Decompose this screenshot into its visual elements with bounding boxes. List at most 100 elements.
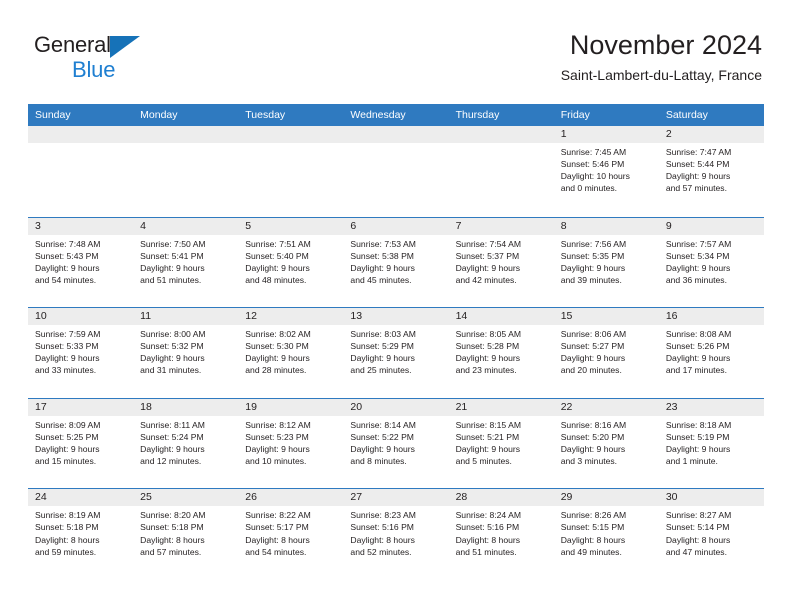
day-sun-info: Sunrise: 8:19 AM Sunset: 5:18 PM Daylight:… xyxy=(28,506,133,557)
day-sun-info: Sunrise: 7:48 AM Sunset: 5:43 PM Daylight:… xyxy=(28,235,133,286)
sunrise-time: Sunrise: 7:57 AM xyxy=(665,238,732,249)
sunrise-time: Sunrise: 8:12 AM xyxy=(245,419,311,430)
sunrise-time: Sunrise: 7:50 AM xyxy=(140,238,206,249)
sunrise-time: Sunrise: 7:48 AM xyxy=(35,238,101,249)
calendar-day-cell[interactable]: 5 Sunrise: 7:51 AM Sunset: 5:40 PM Daylight… xyxy=(238,217,344,308)
calendar-day-cell[interactable]: 18 Sunrise: 8:11 AM Sunset: 5:24 PM Dayligh… xyxy=(133,398,239,489)
logo-triangle-icon xyxy=(110,36,140,58)
sunrise-time: Sunrise: 8:06 AM xyxy=(560,329,627,340)
sunset-time: Sunset: 5:26 PM xyxy=(665,341,730,352)
day-sun-info: Sunrise: 8:05 AM Sunset: 5:28 PM Daylight:… xyxy=(449,325,554,376)
calendar-page: General Blue November 2024 Saint-Lambert… xyxy=(0,0,792,612)
day-number xyxy=(343,126,449,143)
calendar-day-cell[interactable]: 25 Sunrise: 8:20 AM Sunset: 5:18 PM Dayligh… xyxy=(133,489,239,579)
sunset-time: Sunset: 5:23 PM xyxy=(245,431,309,442)
calendar-day-cell[interactable]: 11 Sunrise: 8:00 AM Sunset: 5:32 PM Dayligh… xyxy=(133,308,239,398)
daylight-duration-line1: Daylight: 9 hours xyxy=(35,353,100,364)
calendar-day-cell[interactable]: 13 Sunrise: 8:03 AM Sunset: 5:29 PM Dayligh… xyxy=(343,308,449,398)
day-number: 12 xyxy=(238,308,344,326)
daylight-duration-line2: and 39 minutes. xyxy=(560,274,622,285)
calendar-day-cell[interactable]: 24 Sunrise: 8:19 AM Sunset: 5:18 PM Dayligh… xyxy=(28,489,134,579)
sunset-time: Sunset: 5:16 PM xyxy=(455,522,520,533)
calendar-day-cell[interactable]: 6 Sunrise: 7:53 AM Sunset: 5:38 PM Daylight… xyxy=(343,217,449,308)
daylight-duration-line1: Daylight: 9 hours xyxy=(245,262,310,273)
day-sun-info: Sunrise: 8:14 AM Sunset: 5:22 PM Daylight:… xyxy=(343,416,448,467)
daylight-duration-line2: and 20 minutes. xyxy=(560,365,622,376)
daylight-duration-line2: and 5 minutes. xyxy=(455,456,512,467)
daylight-duration-line2: and 48 minutes. xyxy=(245,274,307,285)
sunset-time: Sunset: 5:16 PM xyxy=(350,522,414,533)
sunrise-time: Sunrise: 7:45 AM xyxy=(560,147,627,157)
daylight-duration-line1: Daylight: 9 hours xyxy=(455,443,521,454)
day-sun-info: Sunrise: 7:45 AM Sunset: 5:46 PM Daylight:… xyxy=(554,143,659,194)
day-sun-info: Sunrise: 8:03 AM Sunset: 5:29 PM Daylight:… xyxy=(343,325,448,376)
day-number: 4 xyxy=(133,217,239,235)
calendar-day-cell[interactable]: 10 Sunrise: 7:59 AM Sunset: 5:33 PM Dayligh… xyxy=(28,308,134,398)
sunset-time: Sunset: 5:20 PM xyxy=(560,431,625,442)
sunrise-time: Sunrise: 8:00 AM xyxy=(140,329,206,340)
sunrise-time: Sunrise: 7:51 AM xyxy=(245,238,311,249)
calendar-day-cell[interactable]: 3 Sunrise: 7:48 AM Sunset: 5:43 PM Daylight… xyxy=(28,217,134,308)
calendar-day-cell[interactable]: 9 Sunrise: 7:57 AM Sunset: 5:34 PM Daylight… xyxy=(658,217,764,308)
calendar-day-cell[interactable]: 19 Sunrise: 8:12 AM Sunset: 5:23 PM Dayligh… xyxy=(238,398,344,489)
day-sun-info: Sunrise: 8:12 AM Sunset: 5:23 PM Daylight:… xyxy=(238,416,343,467)
day-sun-info: Sunrise: 7:57 AM Sunset: 5:34 PM Daylight:… xyxy=(659,235,764,286)
calendar-day-cell[interactable]: 2 Sunrise: 7:47 AM Sunset: 5:44 PM Daylight… xyxy=(658,126,764,217)
title-block: November 2024 Saint-Lambert-du-Lattay, F… xyxy=(561,28,762,86)
day-sun-info: Sunrise: 7:59 AM Sunset: 5:33 PM Daylight:… xyxy=(28,325,133,376)
day-number: 22 xyxy=(553,398,659,416)
sunset-time: Sunset: 5:35 PM xyxy=(560,250,625,261)
sunset-time: Sunset: 5:25 PM xyxy=(35,431,99,442)
calendar-day-cell[interactable]: 4 Sunrise: 7:50 AM Sunset: 5:41 PM Daylight… xyxy=(133,217,239,308)
day-number: 30 xyxy=(658,489,764,507)
calendar-day-cell[interactable]: 26 Sunrise: 8:22 AM Sunset: 5:17 PM Dayligh… xyxy=(238,489,344,579)
daylight-duration-line2: and 51 minutes. xyxy=(455,546,517,557)
day-number: 2 xyxy=(658,126,764,143)
day-sun-info: Sunrise: 8:15 AM Sunset: 5:21 PM Daylight:… xyxy=(449,416,554,467)
calendar-day-cell[interactable]: 21 Sunrise: 8:15 AM Sunset: 5:21 PM Dayligh… xyxy=(448,398,554,489)
day-sun-info: Sunrise: 8:18 AM Sunset: 5:19 PM Daylight:… xyxy=(659,416,764,467)
calendar-day-cell[interactable]: 12 Sunrise: 8:02 AM Sunset: 5:30 PM Dayligh… xyxy=(238,308,344,398)
sunrise-time: Sunrise: 7:54 AM xyxy=(455,238,522,249)
daylight-duration-line2: and 57 minutes. xyxy=(140,546,202,557)
calendar-day-cell[interactable]: 14 Sunrise: 8:05 AM Sunset: 5:28 PM Dayligh… xyxy=(448,308,554,398)
calendar-week-row: 17 Sunrise: 8:09 AM Sunset: 5:25 PM Dayligh… xyxy=(28,397,764,489)
calendar-day-cell[interactable]: 23 Sunrise: 8:18 AM Sunset: 5:19 PM Dayligh… xyxy=(658,398,764,489)
calendar-day-cell[interactable]: 28 Sunrise: 8:24 AM Sunset: 5:16 PM Dayligh… xyxy=(448,489,554,579)
calendar-day-cell[interactable]: 20 Sunrise: 8:14 AM Sunset: 5:22 PM Dayligh… xyxy=(343,398,449,489)
daylight-duration-line1: Daylight: 9 hours xyxy=(140,262,205,273)
calendar-day-cell[interactable]: 16 Sunrise: 8:08 AM Sunset: 5:26 PM Dayligh… xyxy=(658,308,764,398)
sunrise-time: Sunrise: 7:59 AM xyxy=(35,329,101,340)
daylight-duration-line1: Daylight: 9 hours xyxy=(560,262,626,273)
day-number xyxy=(448,126,554,143)
calendar-day-cell[interactable]: 1 Sunrise: 7:45 AM Sunset: 5:46 PM Daylight… xyxy=(553,126,659,217)
day-sun-info: Sunrise: 8:26 AM Sunset: 5:15 PM Daylight:… xyxy=(554,506,659,557)
daylight-duration-line2: and 28 minutes. xyxy=(245,365,307,376)
calendar-day-cell-empty xyxy=(343,126,449,217)
daylight-duration-line2: and 31 minutes. xyxy=(140,365,202,376)
logo-top-row: General xyxy=(34,34,184,59)
daylight-duration-line2: and 33 minutes. xyxy=(35,365,97,376)
logo-text-blue: Blue xyxy=(72,57,116,82)
calendar-day-cell[interactable]: 22 Sunrise: 8:16 AM Sunset: 5:20 PM Dayligh… xyxy=(553,398,659,489)
sunset-time: Sunset: 5:30 PM xyxy=(245,341,309,352)
calendar-day-cell[interactable]: 7 Sunrise: 7:54 AM Sunset: 5:37 PM Daylight… xyxy=(448,217,554,308)
sunrise-time: Sunrise: 8:02 AM xyxy=(245,329,311,340)
daylight-duration-line2: and 12 minutes. xyxy=(140,456,202,467)
calendar-day-cell[interactable]: 15 Sunrise: 8:06 AM Sunset: 5:27 PM Dayligh… xyxy=(553,308,659,398)
day-number: 26 xyxy=(238,489,344,507)
calendar-day-cell[interactable]: 17 Sunrise: 8:09 AM Sunset: 5:25 PM Dayligh… xyxy=(28,398,134,489)
daylight-duration-line2: and 51 minutes. xyxy=(140,274,202,285)
calendar-day-cell[interactable]: 27 Sunrise: 8:23 AM Sunset: 5:16 PM Dayligh… xyxy=(343,489,449,579)
calendar-day-cell[interactable]: 29 Sunrise: 8:26 AM Sunset: 5:15 PM Dayligh… xyxy=(553,489,659,579)
sunrise-time: Sunrise: 8:14 AM xyxy=(350,419,416,430)
general-blue-logo: General Blue xyxy=(34,34,184,90)
calendar-day-cell[interactable]: 30 Sunrise: 8:27 AM Sunset: 5:14 PM Dayligh… xyxy=(658,489,764,579)
daylight-duration-line1: Daylight: 8 hours xyxy=(35,534,100,545)
day-number: 29 xyxy=(553,489,659,507)
daylight-duration-line1: Daylight: 9 hours xyxy=(455,262,521,273)
daylight-duration-line1: Daylight: 9 hours xyxy=(245,443,310,454)
daylight-duration-line1: Daylight: 8 hours xyxy=(245,534,310,545)
calendar-day-cell[interactable]: 8 Sunrise: 7:56 AM Sunset: 5:35 PM Daylight… xyxy=(553,217,659,308)
daylight-duration-line1: Daylight: 10 hours xyxy=(560,171,630,182)
